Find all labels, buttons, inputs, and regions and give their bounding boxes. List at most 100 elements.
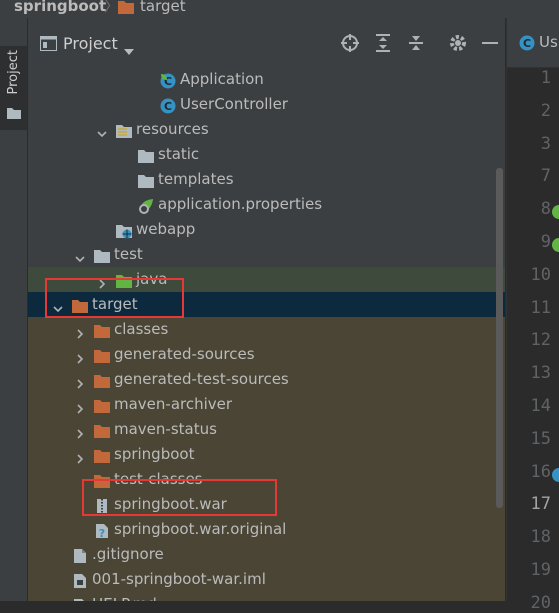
orange-folder-icon [94,372,110,388]
folder-icon [7,104,21,123]
project-view-title: Project [63,34,118,53]
tree-item-label: springboot.war.original [114,520,287,538]
line-number: 18 [530,527,551,548]
line-number: 1 [540,68,551,88]
collapse-all-icon[interactable] [406,33,426,53]
folder-icon [94,247,110,263]
svg-text:C: C [523,37,531,50]
tree-item-label: static [158,145,200,163]
folder-icon [138,147,154,163]
line-number: 15 [530,428,551,449]
minimize-icon[interactable] [480,33,500,53]
tree-item-classes[interactable]: classes [28,317,505,342]
tree-item-label: Application [180,70,264,88]
line-number: 3 [540,133,551,154]
line-number: 11 [530,297,551,318]
tree-item-label: maven-archiver [114,395,233,413]
tree-item-help-md[interactable]: MD HELP.md [28,592,505,601]
class-icon: C [160,97,176,114]
tree-item-springboot-war-original[interactable]: ? springboot.war.original [28,517,505,542]
tree-item-application[interactable]: C Application [28,67,505,92]
tree-item-templates[interactable]: templates [28,167,505,192]
tree-item-gitignore[interactable]: .gitignore [28,542,505,567]
tree-item-maven-status[interactable]: maven-status [28,417,505,442]
web-folder-icon [116,222,132,239]
orange-folder-icon [94,322,110,338]
chevron-right-icon[interactable] [74,348,86,364]
tree-item-label: .gitignore [92,545,164,563]
line-number: 12 [530,330,551,351]
tree-item-label: generated-test-sources [114,370,289,388]
editor-tab[interactable]: C Us [507,18,559,68]
markdown-file-icon: MD [72,597,88,601]
chevron-right-icon[interactable] [74,373,86,389]
project-window-icon [40,36,57,51]
svg-text:?: ? [99,527,105,539]
chevron-right-icon[interactable] [74,448,86,464]
spring-class-icon: C [160,72,176,89]
line-number: 2 [540,100,551,121]
line-number: 13 [530,363,551,384]
spring-bean-icon[interactable] [551,204,559,224]
editor-tab-label: Us [539,33,558,51]
project-tree: C Application C UserController resources stat… [28,67,505,601]
navigation-bar: springboot 〉 target [0,0,559,18]
line-number: 19 [530,560,551,580]
line-number: 8 [540,199,551,220]
tree-item-application-properties[interactable]: application.properties [28,192,505,217]
tree-item-springboot[interactable]: springboot [28,442,505,467]
orange-folder-icon [94,397,110,413]
line-number: 17 [530,494,551,515]
tree-item-webapp[interactable]: webapp [28,217,505,242]
line-number: 7 [540,166,551,187]
tree-item-generated-test-sources[interactable]: generated-test-sources [28,367,505,392]
chevron-right-icon[interactable] [74,398,86,414]
tree-item-resources[interactable]: resources [28,117,505,142]
tree-scrollbar[interactable] [496,168,503,508]
tree-item-usercontroller[interactable]: C UserController [28,92,505,117]
tree-item-static[interactable]: static [28,142,505,167]
breadcrumb-target[interactable]: target [140,0,186,14]
line-number: 9 [540,232,551,252]
tree-item-label: classes [114,320,169,338]
project-tool-window-header: Project [28,18,505,67]
editor-area: C Us 1 2 3 7 8 9 10 11 12 13 14 15 16 17 18 19 20 [506,18,559,613]
folder-icon [118,0,134,17]
breadcrumb-project[interactable]: springboot [14,0,106,14]
chevron-right-icon[interactable] [74,323,86,339]
breadcrumb-separator: 〉 [104,0,120,15]
chevron-down-icon[interactable] [96,123,108,138]
resources-folder-icon [116,122,132,138]
orange-folder-icon [94,447,110,463]
tree-item-generated-sources[interactable]: generated-sources [28,342,505,367]
line-number: 20 [530,592,551,613]
file-icon [72,547,88,563]
orange-folder-icon [94,422,110,438]
expand-all-icon[interactable] [373,33,393,53]
class-icon[interactable] [551,467,559,487]
chevron-down-icon[interactable] [74,248,86,263]
tree-item-label: generated-sources [114,345,255,363]
chevron-down-icon[interactable] [124,40,134,59]
gear-icon[interactable] [448,33,468,53]
tree-item-label: springboot [114,445,195,463]
chevron-right-icon[interactable] [74,423,86,439]
tree-item-label: webapp [136,220,196,238]
tree-item-label: test [114,245,143,263]
tree-item-test[interactable]: test [28,242,505,267]
left-tool-strip: Project [0,18,28,601]
project-tool-tab[interactable]: Project [0,46,27,130]
module-file-icon [72,572,88,588]
folder-icon [138,172,154,188]
class-icon: C [519,35,535,55]
tree-item-label: resources [136,120,209,138]
tree-item-label: 001-springboot-war.iml [92,570,266,588]
tree-item-label: application.properties [158,195,323,213]
tree-item-label: templates [158,170,234,188]
spring-bean-icon[interactable] [551,237,559,257]
tree-item-maven-archiver[interactable]: maven-archiver [28,392,505,417]
line-number: 10 [530,264,551,285]
tree-item-001-springboot-war-iml[interactable]: 001-springboot-war.iml [28,567,505,592]
svg-text:C: C [164,100,172,113]
crosshair-icon[interactable] [340,33,360,53]
